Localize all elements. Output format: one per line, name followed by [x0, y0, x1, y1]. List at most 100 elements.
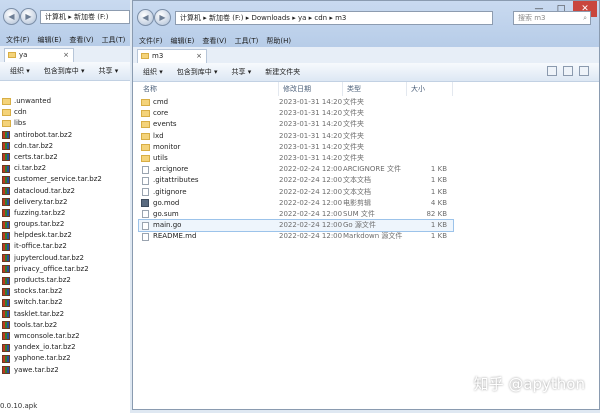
archive-icon [2, 298, 10, 307]
table-row[interactable]: main.go 2022-02-24 12:00 Go 源文件 1 KB [138, 219, 454, 233]
close-tab-icon[interactable]: × [63, 49, 69, 62]
archive-icon [2, 187, 10, 195]
list-item[interactable]: cdn.tar.bz2 [0, 141, 130, 152]
new-folder-button[interactable]: 新建文件夹 [265, 63, 300, 81]
include-in-library-button[interactable]: 包含到库中 ▾ [44, 62, 85, 80]
preview-pane-icon[interactable] [563, 66, 573, 76]
organize-button[interactable]: 组织 ▾ [10, 62, 30, 80]
front-address-bar[interactable]: 计算机 ▸ 新加卷 (F:) ▸ Downloads ▸ ya ▸ cdn ▸ … [175, 11, 493, 25]
list-item[interactable]: jupytercloud.tar.bz2 [0, 253, 130, 264]
watermark: 知乎 @apython [473, 375, 585, 393]
table-row[interactable]: lxd 2023-01-31 14:20 文件夹 [139, 131, 453, 142]
breadcrumb-ya[interactable]: ya [298, 14, 306, 22]
column-size[interactable]: 大小 [407, 82, 453, 96]
list-item[interactable]: datacloud.tar.bz2 [0, 186, 130, 197]
include-in-library-button[interactable]: 包含到库中 ▾ [177, 63, 218, 81]
tab-ya[interactable]: ya × [4, 48, 74, 62]
list-item[interactable]: yawe.tar.bz2 [0, 365, 130, 376]
file-type: Markdown 源文件 [343, 232, 403, 241]
menu-tools[interactable]: 工具(T) [102, 34, 126, 46]
archive-icon [2, 142, 10, 151]
file-name: utils [153, 153, 168, 162]
help-icon[interactable] [579, 66, 589, 76]
column-date[interactable]: 修改日期 [279, 82, 343, 96]
folder-icon [8, 52, 16, 58]
list-item[interactable]: tasklet.tar.bz2 [0, 309, 130, 320]
list-item[interactable]: it-office.tar.bz2 [0, 241, 130, 252]
menu-edit[interactable]: 编辑(E) [171, 35, 195, 47]
table-row[interactable]: .gitattributes 2022-02-24 12:00 文本文档 1 KB [139, 175, 453, 186]
file-type: 文件夹 [343, 153, 364, 162]
table-row[interactable]: go.mod 2022-02-24 12:00 电影剪辑 4 KB [139, 198, 453, 209]
back-arrow-icon[interactable]: ◀ [137, 9, 154, 26]
view-options-icon[interactable] [547, 66, 557, 76]
list-item[interactable]: products.tar.bz2 [0, 275, 130, 286]
list-item[interactable]: cdn [0, 107, 130, 118]
breadcrumb-m3[interactable]: m3 [335, 14, 346, 22]
list-item[interactable]: delivery.tar.bz2 [0, 197, 130, 208]
table-row[interactable]: go.sum 2022-02-24 12:00 SUM 文件 82 KB [139, 209, 453, 220]
menu-tools[interactable]: 工具(T) [235, 35, 259, 47]
list-item[interactable]: antirobot.tar.bz2 [0, 130, 130, 141]
folder-icon [2, 109, 11, 117]
table-row[interactable]: monitor 2023-01-31 14:20 文件夹 [139, 142, 453, 153]
menu-file[interactable]: 文件(F) [6, 34, 30, 46]
list-item[interactable]: tools.tar.bz2 [0, 320, 130, 331]
table-row[interactable]: README.md 2022-02-24 12:00 Markdown 源文件 1 K… [139, 231, 453, 242]
menu-help[interactable]: 帮助(H) [266, 35, 291, 47]
search-input[interactable]: 搜索 m3 ⌕ [513, 11, 591, 25]
back-address-bar[interactable]: 计算机 ▸ 新加卷 (F:) [40, 10, 130, 24]
list-item[interactable]: switch.tar.bz2 [0, 297, 130, 308]
table-row[interactable]: .arcignore 2022-02-24 12:00 ARCIGNORE 文件 1 … [139, 164, 453, 175]
menu-view[interactable]: 查看(V) [69, 34, 93, 46]
file-icon [142, 176, 149, 185]
archive-icon [2, 175, 10, 184]
back-arrow-icon[interactable]: ◀ [3, 8, 20, 25]
table-row[interactable]: .gitignore 2022-02-24 12:00 文本文档 1 KB [139, 187, 453, 198]
list-item[interactable]: wmconsole.tar.bz2 [0, 331, 130, 342]
list-item[interactable]: privacy_office.tar.bz2 [0, 264, 130, 275]
list-item[interactable]: yandex_io.tar.bz2 [0, 342, 130, 353]
list-item[interactable]: yaphone.tar.bz2 [0, 353, 130, 364]
breadcrumb-drive[interactable]: 新加卷 (F:) [74, 13, 109, 21]
breadcrumb-computer[interactable]: 计算机 [180, 14, 201, 22]
forward-arrow-icon[interactable]: ▶ [20, 8, 37, 25]
list-item[interactable]: groups.tar.bz2 [0, 219, 130, 230]
table-row[interactable]: events 2023-01-31 14:20 文件夹 [139, 119, 453, 130]
tab-m3[interactable]: m3 × [137, 49, 207, 63]
share-button[interactable]: 共享 ▾ [99, 62, 119, 80]
share-button[interactable]: 共享 ▾ [232, 63, 252, 81]
menu-view[interactable]: 查看(V) [202, 35, 226, 47]
file-name: cdn.tar.bz2 [14, 141, 54, 150]
forward-arrow-icon[interactable]: ▶ [154, 9, 171, 26]
list-item[interactable]: helpdesk.tar.bz2 [0, 230, 130, 241]
list-item[interactable]: .unwanted [0, 96, 130, 107]
back-window-chrome: ◀ ▶ 计算机 ▸ 新加卷 (F:) 文件(F) 编辑(E) 查看(V) 工具(… [0, 0, 130, 50]
list-item[interactable]: stocks.tar.bz2 [0, 286, 130, 297]
file-name: datacloud.tar.bz2 [14, 186, 76, 195]
breadcrumb-computer[interactable]: 计算机 [45, 13, 66, 21]
file-name: privacy_office.tar.bz2 [14, 264, 89, 273]
breadcrumb-drive[interactable]: 新加卷 (F:) [209, 14, 244, 22]
organize-button[interactable]: 组织 ▾ [143, 63, 163, 81]
table-row[interactable]: utils 2023-01-31 14:20 文件夹 [139, 153, 453, 164]
column-type[interactable]: 类型 [343, 82, 407, 96]
table-row[interactable]: core 2023-01-31 14:20 文件夹 [139, 108, 453, 119]
list-item[interactable]: customer_service.tar.bz2 [0, 174, 130, 185]
file-size [407, 97, 453, 108]
file-date: 2022-02-24 12:00 [279, 209, 343, 218]
file-name: events [153, 120, 177, 129]
breadcrumb-cdn[interactable]: cdn [314, 14, 327, 22]
list-item[interactable]: fuzzing.tar.bz2 [0, 208, 130, 219]
list-item[interactable]: ci.tar.bz2 [0, 163, 130, 174]
list-item[interactable]: certs.tar.bz2 [0, 152, 130, 163]
search-icon[interactable]: ⌕ [583, 12, 587, 24]
close-tab-icon[interactable]: × [196, 50, 202, 63]
menu-edit[interactable]: 编辑(E) [38, 34, 62, 46]
file-type: 文件夹 [343, 131, 364, 140]
column-name[interactable]: 名称 [139, 82, 279, 96]
table-row[interactable]: cmd 2023-01-31 14:20 文件夹 [139, 97, 453, 108]
breadcrumb-downloads[interactable]: Downloads [252, 14, 290, 22]
list-item[interactable]: libs [0, 118, 130, 129]
menu-file[interactable]: 文件(F) [139, 35, 163, 47]
